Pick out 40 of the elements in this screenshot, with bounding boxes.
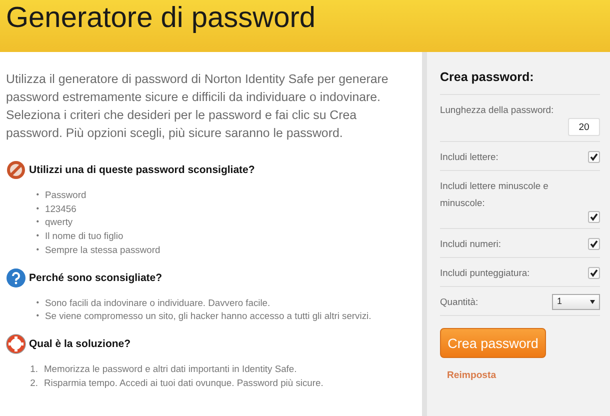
page-title: Generatore di password <box>6 2 316 35</box>
list-item: Il nome di tuo figlio <box>45 229 124 243</box>
list-marker: • <box>35 244 40 256</box>
section-heading: Utilizzi una di queste password sconsigliate? <box>29 164 255 176</box>
prohibited-icon <box>6 160 26 180</box>
caret-icon <box>590 300 595 304</box>
list-marker: • <box>35 230 40 242</box>
intro-text: Utilizza il generatore di password di Norton Identity Safe per generare password estremamente sicure e difficili da individuare o indovinare. Seleziona i criteri che desideri per le password e fai clic su Crea password. Più opzioni scegli, più sicure saranno le password. <box>6 71 390 142</box>
list-item: Password <box>45 188 86 202</box>
list-marker: • <box>35 216 40 228</box>
lifebuoy-icon <box>6 334 26 354</box>
list-marker: • <box>35 189 40 201</box>
checkbox[interactable] <box>588 238 600 250</box>
list-marker: • <box>35 296 40 309</box>
list-item: Sempre la stessa password <box>45 242 160 257</box>
option-label: Includi punteggiatura: <box>440 266 530 280</box>
list-item: 123456 <box>45 202 76 216</box>
option-label: Includi lettere: <box>440 150 498 164</box>
option-label: Quantità: <box>440 295 478 309</box>
list-item: Se viene compromesso un sito, gli hacker hanno accesso a tutti gli altri servizi. <box>45 309 372 323</box>
panel-title: Crea password: <box>440 70 600 95</box>
option-label: Includi lettere minuscole e minuscole: <box>440 179 550 210</box>
checkbox[interactable] <box>588 211 600 223</box>
list-marker: • <box>35 310 40 322</box>
section-heading: Perché sono sconsigliate? <box>29 272 162 284</box>
list-marker: • <box>35 202 40 215</box>
list-item: qwerty <box>45 215 73 230</box>
list-marker: 2. <box>29 376 39 390</box>
list-item: Memorizza le password e altri dati importanti in Identity Safe. <box>44 362 297 376</box>
option-label: Lunghezza della password: <box>440 104 554 115</box>
section-heading: Qual è la soluzione? <box>29 338 131 350</box>
length-input[interactable]: 20 <box>568 118 600 136</box>
checkbox[interactable] <box>588 150 600 162</box>
option-label: Includi numeri: <box>440 237 501 251</box>
checkbox[interactable] <box>588 266 600 278</box>
list-marker: 1. <box>29 362 39 376</box>
list-item: Sono facili da indovinare o individuare. Davvero facile. <box>45 296 270 310</box>
help-icon <box>6 268 26 288</box>
list-item: Risparmia tempo. Accedi ai tuoi dati ovunque. Password più sicure. <box>44 376 324 390</box>
quantity-select[interactable]: 1 <box>552 294 600 310</box>
